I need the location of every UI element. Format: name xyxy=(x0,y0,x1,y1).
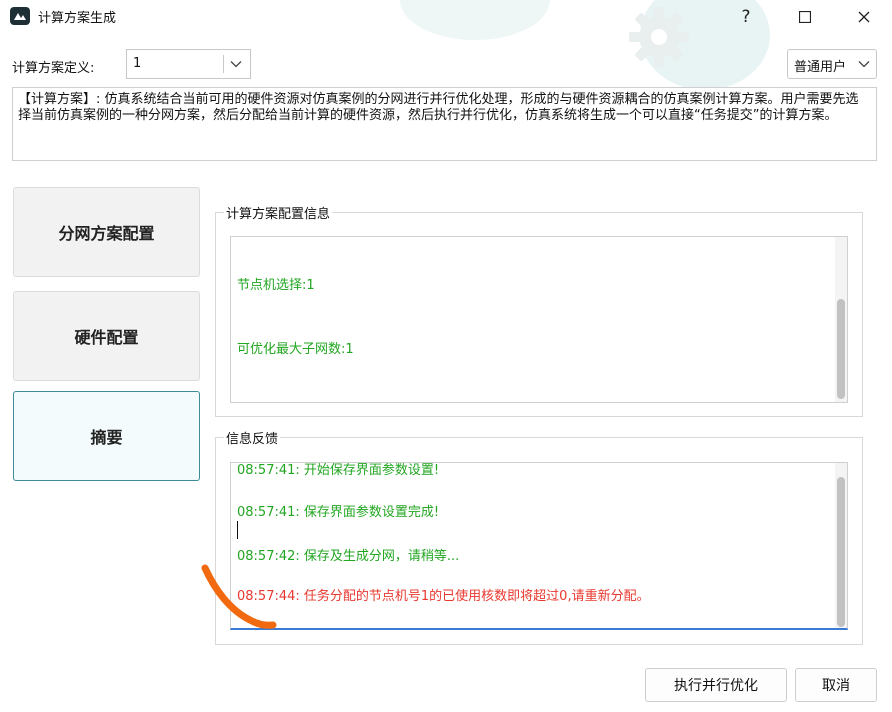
description-text: 【计算方案】: 仿真系统结合当前可用的硬件资源对仿真案例的分网进行并行优化处理，… xyxy=(18,92,859,123)
config-line: 可优化最大子网数:1 xyxy=(237,342,354,357)
nav-hardware-config[interactable]: 硬件配置 xyxy=(13,291,200,381)
log-line: 08:57:41: 开始保存界面参数设置! xyxy=(237,463,440,478)
nav-label: 分网方案配置 xyxy=(58,224,155,243)
log-line-error: 08:57:44: 任务分配的节点机号1的已使用核数即将超过0,请重新分配。 xyxy=(237,589,650,604)
log-line: 08:57:41: 保存界面参数设置完成! xyxy=(237,505,440,520)
config-line: 节点机选择:1 xyxy=(237,278,315,293)
scrollbar-thumb[interactable] xyxy=(837,299,845,399)
title-bar: 计算方案生成 ? xyxy=(0,0,892,90)
execute-optimization-button[interactable]: 执行并行优化 xyxy=(645,668,787,702)
config-scrollbar[interactable] xyxy=(835,237,847,402)
cancel-button[interactable]: 取消 xyxy=(795,668,877,702)
nav-summary[interactable]: 摘要 xyxy=(13,391,200,481)
feedback-title: 信息反馈 xyxy=(224,428,281,447)
definition-value: 1 xyxy=(133,56,142,71)
decorative-circle xyxy=(400,0,550,40)
maximize-button[interactable] xyxy=(777,0,833,34)
chevron-down-icon[interactable] xyxy=(854,53,874,75)
help-button[interactable]: ? xyxy=(718,0,774,34)
help-icon: ? xyxy=(741,7,751,27)
gear-icon xyxy=(629,7,689,67)
close-icon xyxy=(858,11,870,23)
definition-label: 计算方案定义: xyxy=(12,61,95,76)
nav-label: 摘要 xyxy=(90,428,123,447)
app-icon xyxy=(10,7,30,25)
definition-select[interactable]: 1 xyxy=(126,49,251,79)
chevron-down-icon[interactable] xyxy=(226,53,246,75)
nav-mesh-config[interactable]: 分网方案配置 xyxy=(13,187,200,277)
scrollbar-thumb[interactable] xyxy=(837,477,845,627)
close-button[interactable] xyxy=(836,0,892,34)
maximize-icon xyxy=(799,11,811,23)
config-info-title: 计算方案配置信息 xyxy=(224,203,333,222)
annotation-stroke xyxy=(201,564,277,629)
nav-label: 硬件配置 xyxy=(74,328,139,347)
feedback-scrollbar[interactable] xyxy=(835,463,847,628)
window-title: 计算方案生成 xyxy=(38,11,117,26)
text-cursor xyxy=(237,521,238,539)
description-box: 【计算方案】: 仿真系统结合当前可用的硬件资源对仿真案例的分网进行并行优化处理，… xyxy=(12,87,877,161)
config-info-text[interactable]: 节点机选择:1 可优化最大子网数:1 xyxy=(230,236,848,403)
feedback-log[interactable]: 08:57:41: 开始保存界面参数设置! 08:57:41: 保存界面参数设置… xyxy=(230,462,848,630)
combo-divider xyxy=(223,55,224,73)
user-mode-select[interactable]: 普通用户 xyxy=(787,49,877,79)
user-mode-value: 普通用户 xyxy=(794,60,847,75)
